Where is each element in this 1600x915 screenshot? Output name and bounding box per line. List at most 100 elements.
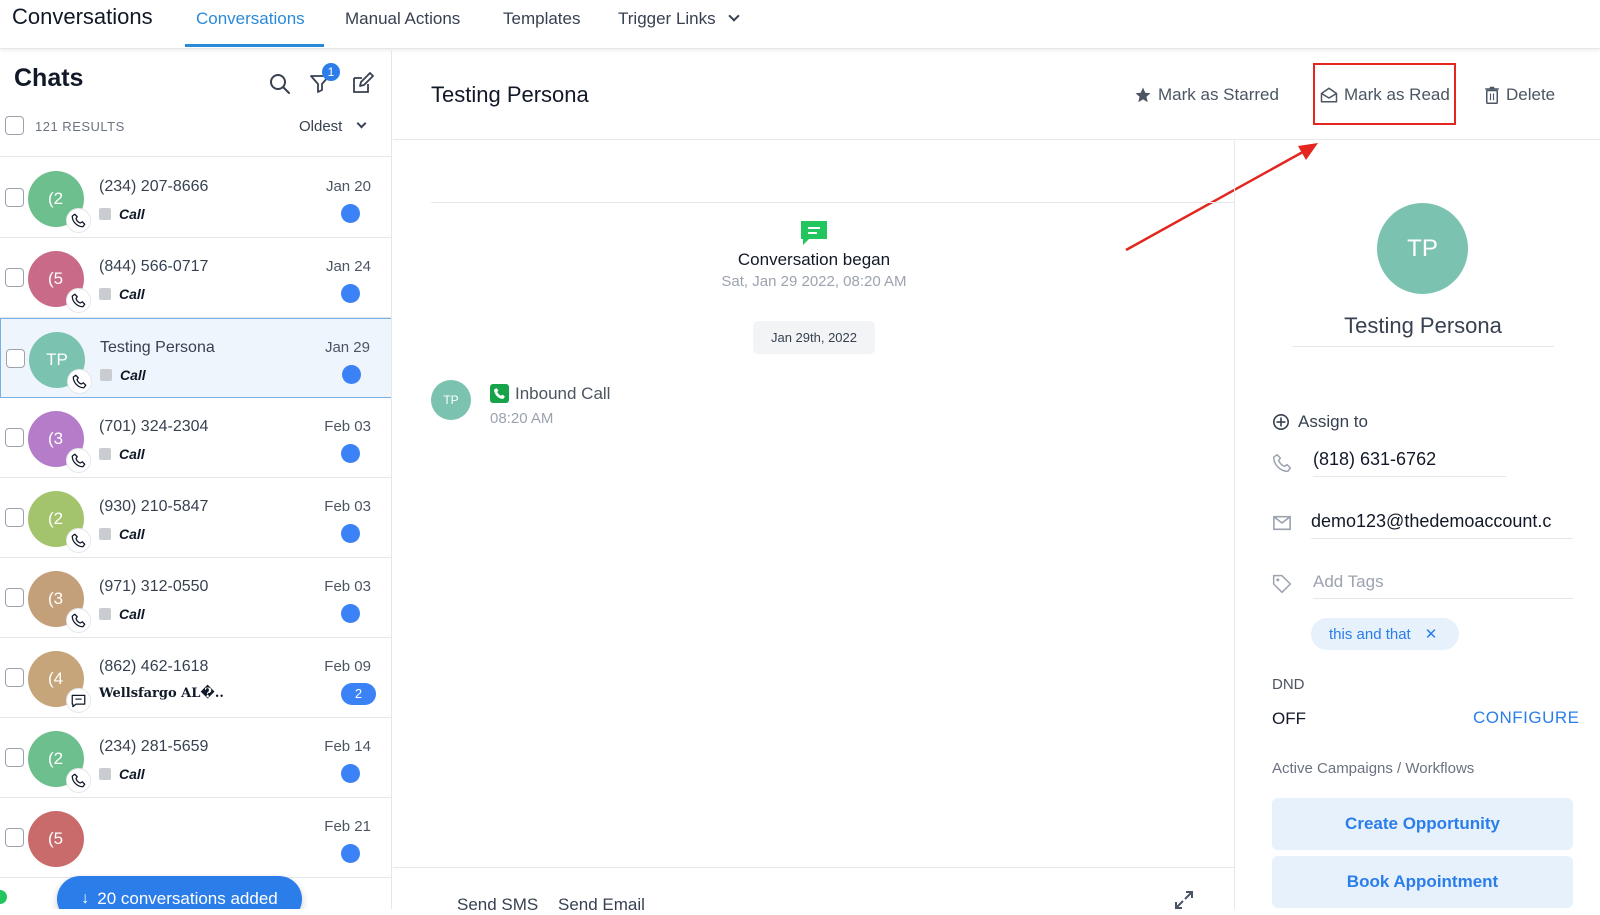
phone-field[interactable]: (818) 631-6762 bbox=[1313, 449, 1506, 477]
last-message-date: Feb 14 bbox=[324, 738, 371, 755]
avatar: (5 bbox=[28, 811, 84, 867]
chat-list-item[interactable]: (2 (234) 281-5659 Call Feb 14 bbox=[0, 718, 391, 798]
assign-to-label: Assign to bbox=[1298, 412, 1368, 431]
conversation-title: Testing Persona bbox=[431, 82, 589, 107]
new-conversations-toast[interactable]: ↓ 20 conversations added bbox=[57, 876, 302, 909]
row-checkbox[interactable] bbox=[5, 588, 24, 607]
chat-list-item[interactable]: (4 (862) 462-1618 Wellsfargo AL�.. Feb 09 2 bbox=[0, 638, 391, 718]
results-count: 121 RESULTS bbox=[35, 119, 125, 134]
chat-list-item[interactable]: TP Testing Persona Call Jan 29 bbox=[0, 318, 391, 398]
message-preview: Call bbox=[99, 526, 145, 542]
active-tab-indicator bbox=[185, 44, 324, 47]
conversation-began-title: Conversation began bbox=[737, 250, 891, 269]
preview-text: Wellsfargo AL�.. bbox=[99, 686, 224, 701]
book-appointment-button[interactable]: Book Appointment bbox=[1272, 856, 1573, 908]
row-checkbox[interactable] bbox=[5, 828, 24, 847]
close-icon[interactable]: ✕ bbox=[1425, 625, 1438, 643]
contact-name: (862) 462-1618 bbox=[99, 658, 209, 675]
tag-label: this and that bbox=[1329, 625, 1411, 643]
send-sms-tab[interactable]: Send SMS bbox=[457, 895, 538, 915]
call-type-icon bbox=[100, 369, 112, 381]
message-preview: Call bbox=[99, 286, 145, 302]
phone-icon bbox=[66, 208, 91, 233]
chat-list-item[interactable]: (3 (701) 324-2304 Call Feb 03 bbox=[0, 398, 391, 478]
chat-list-item[interactable]: (5 Feb 21 bbox=[0, 798, 391, 878]
chat-list-item[interactable]: (2 (234) 207-8666 Call Jan 20 bbox=[0, 158, 391, 238]
row-checkbox[interactable] bbox=[6, 349, 25, 368]
chat-bubble-icon bbox=[799, 219, 829, 252]
row-checkbox[interactable] bbox=[5, 668, 24, 687]
phone-icon bbox=[66, 448, 91, 473]
last-message-date: Jan 20 bbox=[325, 178, 371, 195]
row-checkbox[interactable] bbox=[5, 268, 24, 287]
compose-icon[interactable] bbox=[350, 72, 376, 98]
email-icon bbox=[1273, 515, 1291, 536]
unread-dot bbox=[341, 764, 360, 783]
dnd-label: DND bbox=[1272, 676, 1305, 693]
unread-dot bbox=[341, 204, 360, 223]
configure-button[interactable]: CONFIGURE bbox=[1473, 708, 1580, 728]
preview-text: Call bbox=[119, 526, 145, 542]
chat-list-panel: Chats 1 121 RESULTS Oldest (2 (234) 207-8… bbox=[0, 50, 392, 909]
message-title: Inbound Call bbox=[515, 384, 611, 403]
sms-icon bbox=[66, 688, 91, 713]
date-chip: Jan 29th, 2022 bbox=[753, 321, 875, 354]
phone-icon bbox=[67, 369, 92, 394]
filter-count-badge: 1 bbox=[322, 63, 340, 81]
row-checkbox[interactable] bbox=[5, 748, 24, 767]
chat-list-item[interactable]: (5 (844) 566-0717 Call Jan 24 bbox=[0, 238, 391, 318]
tags-input[interactable]: Add Tags bbox=[1313, 572, 1573, 599]
email-field[interactable]: demo123@thedemoaccount.c bbox=[1311, 511, 1573, 539]
last-message-date: Feb 03 bbox=[324, 578, 371, 595]
create-opportunity-button[interactable]: Create Opportunity bbox=[1272, 798, 1573, 850]
send-email-tab[interactable]: Send Email bbox=[558, 895, 645, 915]
contact-name[interactable]: Testing Persona bbox=[1292, 313, 1554, 339]
contact-name: (701) 324-2304 bbox=[99, 418, 209, 435]
tab-trigger-links[interactable]: Trigger Links bbox=[618, 9, 740, 29]
composer-divider bbox=[393, 867, 1235, 868]
message-preview: Call bbox=[99, 206, 145, 222]
tab-templates[interactable]: Templates bbox=[503, 9, 580, 29]
search-icon[interactable] bbox=[268, 72, 294, 98]
tab-manual-actions[interactable]: Manual Actions bbox=[345, 9, 460, 29]
timeline-divider bbox=[431, 202, 1235, 203]
message-preview: Call bbox=[100, 367, 146, 383]
tag-icon bbox=[1272, 574, 1292, 599]
unread-dot bbox=[341, 604, 360, 623]
expand-icon[interactable] bbox=[1174, 890, 1194, 915]
row-checkbox[interactable] bbox=[5, 508, 24, 527]
phone-icon bbox=[1272, 453, 1292, 478]
delete-button[interactable]: Delete bbox=[1484, 85, 1555, 105]
conversation-began-date: Sat, Jan 29 2022, 08:20 AM bbox=[721, 273, 907, 290]
preview-text: Call bbox=[119, 766, 145, 782]
mark-starred-button[interactable]: Mark as Starred bbox=[1134, 85, 1279, 105]
tab-conversations[interactable]: Conversations bbox=[196, 9, 305, 29]
row-checkbox[interactable] bbox=[5, 188, 24, 207]
contact-name-underline bbox=[1292, 346, 1554, 347]
row-checkbox[interactable] bbox=[5, 428, 24, 447]
mark-starred-label: Mark as Starred bbox=[1158, 85, 1279, 104]
chevron-down-icon bbox=[727, 10, 740, 22]
contact-name: (234) 207-8666 bbox=[99, 178, 209, 195]
select-all-checkbox[interactable] bbox=[5, 116, 24, 135]
assign-to-button[interactable]: Assign to bbox=[1272, 412, 1368, 432]
top-nav: Conversations Conversations Manual Actio… bbox=[0, 0, 1600, 49]
sort-dropdown[interactable]: Oldest bbox=[299, 118, 367, 135]
call-type-icon bbox=[99, 528, 111, 540]
chevron-down-icon bbox=[356, 118, 367, 129]
chat-list-item[interactable]: (2 (930) 210-5847 Call Feb 03 bbox=[0, 478, 391, 558]
call-type-icon bbox=[99, 768, 111, 780]
campaigns-label: Active Campaigns / Workflows bbox=[1272, 760, 1475, 777]
message-preview: Call bbox=[99, 766, 145, 782]
contact-avatar: TP bbox=[1377, 203, 1468, 294]
phone-icon bbox=[66, 608, 91, 633]
phone-icon bbox=[66, 288, 91, 313]
tab-trigger-links-label: Trigger Links bbox=[618, 9, 716, 28]
contact-name: (930) 210-5847 bbox=[99, 498, 209, 515]
call-type-icon bbox=[99, 208, 111, 220]
message-preview: Call bbox=[99, 606, 145, 622]
contact-name: (971) 312-0550 bbox=[99, 578, 209, 595]
message-preview: Wellsfargo AL�.. bbox=[99, 686, 224, 701]
chat-list-item[interactable]: (3 (971) 312-0550 Call Feb 03 bbox=[0, 558, 391, 638]
contact-name: (844) 566-0717 bbox=[99, 258, 209, 275]
